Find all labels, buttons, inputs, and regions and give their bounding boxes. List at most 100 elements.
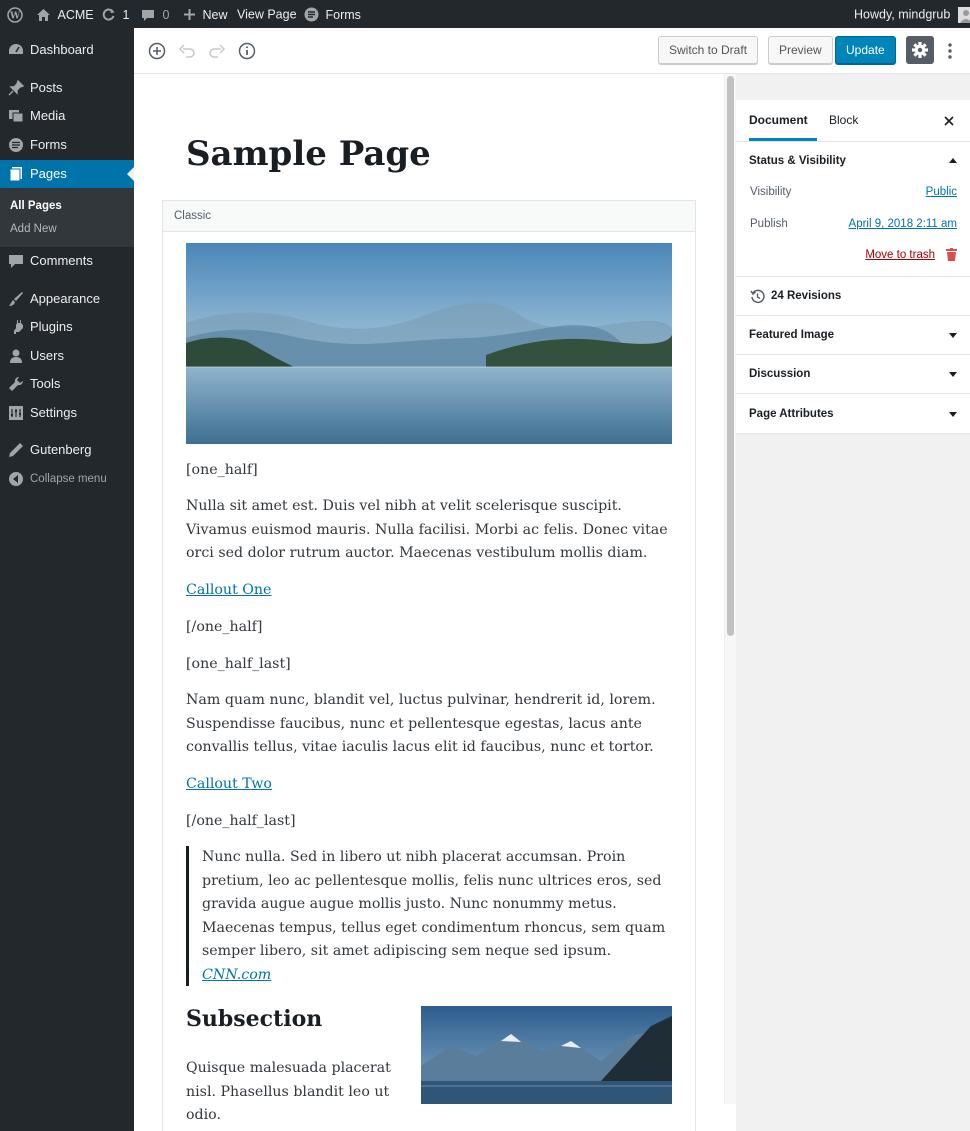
new-label: New (202, 7, 228, 22)
sidebar-item-label: Settings (30, 405, 77, 420)
wordpress-logo-icon[interactable]: W (7, 0, 23, 28)
tab-block[interactable]: Block (829, 100, 858, 141)
blockquote-border (186, 846, 189, 986)
add-block-icon[interactable] (147, 41, 167, 61)
paragraph-3: Quisque malesuada placerat nisl. Phasell… (186, 1060, 391, 1123)
editor-scrollbar-thumb[interactable] (727, 76, 734, 636)
sidebar-item-tools[interactable]: Tools (0, 370, 134, 398)
trash-icon[interactable] (946, 248, 957, 261)
blockquote-cite-link[interactable]: CNN.com (202, 967, 271, 983)
sidebar-item-media[interactable]: Media (0, 102, 134, 130)
subsection-heading: Subsection (186, 1006, 323, 1032)
revisions-label: 24 Revisions (771, 290, 842, 302)
shortcode-one-half-last-open: [one_half_last] (186, 656, 291, 672)
update-button[interactable]: Update (835, 36, 896, 64)
undo-icon[interactable] (177, 41, 197, 61)
callout-two-paragraph: Callout Two (186, 773, 672, 797)
plugin-icon (14, 320, 23, 334)
sidebar-item-label: Dashboard (30, 42, 94, 57)
discussion-title: Discussion (749, 368, 811, 380)
more-options-icon[interactable] (940, 41, 960, 61)
chevron-up-icon[interactable] (949, 158, 957, 163)
sidebar-item-label: Users (30, 348, 64, 363)
sidebar-item-label: Forms (30, 137, 67, 152)
dashboard-icon (9, 44, 23, 54)
sidebar-item-users[interactable]: Users (0, 342, 134, 370)
callout-one-link[interactable]: Callout One (186, 582, 271, 598)
sidebar-item-forms[interactable]: Forms (0, 131, 134, 159)
switch-to-draft-button[interactable]: Switch to Draft (658, 36, 759, 64)
callout-two-link[interactable]: Callout Two (186, 776, 272, 792)
forms-icon (304, 7, 319, 22)
shortcode-one-half-close: [/one_half] (186, 619, 263, 635)
sidebar-item-gutenberg[interactable]: Gutenberg (0, 436, 134, 464)
page-attributes-panel[interactable]: Page Attributes (736, 394, 970, 434)
pages-submenu: All Pages Add New (0, 188, 134, 247)
settings-toggle-button[interactable] (906, 36, 934, 64)
new-content-link[interactable]: New (183, 0, 228, 28)
status-visibility-panel: Status & Visibility Visibility Public Pu… (736, 142, 970, 277)
settings-tabs: Document Block (736, 100, 970, 142)
admin-sidebar: Dashboard Posts Media Forms Pages All Pa… (0, 28, 134, 1131)
callout-one-paragraph: Callout One (186, 579, 672, 603)
account-menu[interactable]: Howdy, mindgrub (854, 0, 970, 28)
redo-icon[interactable] (207, 41, 227, 61)
publish-label: Publish (750, 218, 788, 230)
sidebar-item-label: Appearance (30, 291, 101, 306)
view-page-label: View Page (237, 7, 297, 22)
sidebar-item-label: Gutenberg (30, 442, 92, 457)
comments-link[interactable]: 0 (141, 0, 169, 28)
pin-icon (8, 80, 24, 96)
sidebar-item-dashboard[interactable]: Dashboard (0, 36, 134, 64)
featured-image-panel[interactable]: Featured Image (736, 316, 970, 355)
comment-icon (9, 255, 23, 268)
revisions-panel[interactable]: 24 Revisions (736, 277, 970, 316)
info-icon[interactable] (237, 41, 257, 61)
lake-landscape-image[interactable] (186, 243, 672, 444)
publish-date-link[interactable]: April 9, 2018 2:11 am (849, 218, 957, 230)
view-page-link[interactable]: View Page (237, 0, 297, 28)
home-icon (37, 8, 50, 21)
featured-image-title: Featured Image (749, 329, 834, 341)
site-name-link[interactable]: ACME (36, 0, 94, 28)
visibility-label: Visibility (750, 186, 792, 198)
forms-label: Forms (325, 7, 361, 22)
collapse-menu-button[interactable]: Collapse menu (0, 465, 134, 493)
mountain-lake-image[interactable] (421, 1006, 672, 1104)
sidebar-item-label: Pages (30, 166, 67, 181)
close-icon[interactable] (943, 115, 955, 127)
sidebar-item-label: Plugins (30, 319, 73, 334)
discussion-panel[interactable]: Discussion (736, 355, 970, 394)
editor-canvas: Sample Page Classic [one_half] Nulla sit… (134, 74, 736, 1131)
sidebar-item-comments[interactable]: Comments (0, 247, 134, 275)
paragraph-1: Nulla sit amet est. Duis vel nibh at vel… (186, 498, 668, 561)
comment-icon (142, 9, 154, 21)
admin-bar: W ACME 1 0 New View Page Forms Howdy, mi… (0, 0, 970, 28)
collapse-menu-label: Collapse menu (30, 473, 107, 485)
sidebar-item-settings[interactable]: Settings (0, 399, 134, 427)
updates-link[interactable]: 1 (101, 0, 129, 28)
pencil-icon (9, 443, 23, 457)
editor-header: Switch to Draft Preview Update (134, 28, 970, 74)
wrench-icon (9, 376, 24, 391)
move-to-trash-link[interactable]: Move to trash (865, 249, 935, 261)
sidebar-item-pages[interactable]: Pages (0, 160, 134, 188)
tab-document[interactable]: Document (749, 100, 817, 141)
settings-icon (9, 406, 23, 420)
chevron-down-icon (949, 372, 957, 377)
submenu-add-new[interactable]: Add New (10, 219, 57, 239)
submenu-all-pages[interactable]: All Pages (10, 196, 62, 216)
sidebar-item-appearance[interactable]: Appearance (0, 285, 134, 313)
paragraph-2: Nam quam nunc, blandit vel, luctus pulvi… (186, 692, 656, 755)
media-icon (9, 110, 24, 123)
visibility-value-link[interactable]: Public (926, 186, 957, 198)
sidebar-item-label: Tools (30, 376, 61, 391)
shortcode-one-half-open: [one_half] (186, 462, 258, 478)
sidebar-item-plugins[interactable]: Plugins (0, 313, 134, 341)
forms-link[interactable]: Forms (304, 0, 361, 28)
status-visibility-title[interactable]: Status & Visibility (749, 155, 846, 167)
blockquote: Nunc nulla. Sed in libero ut nibh placer… (202, 846, 672, 987)
sidebar-item-posts[interactable]: Posts (0, 74, 134, 102)
page-title[interactable]: Sample Page (186, 134, 431, 174)
preview-button[interactable]: Preview (768, 36, 833, 64)
